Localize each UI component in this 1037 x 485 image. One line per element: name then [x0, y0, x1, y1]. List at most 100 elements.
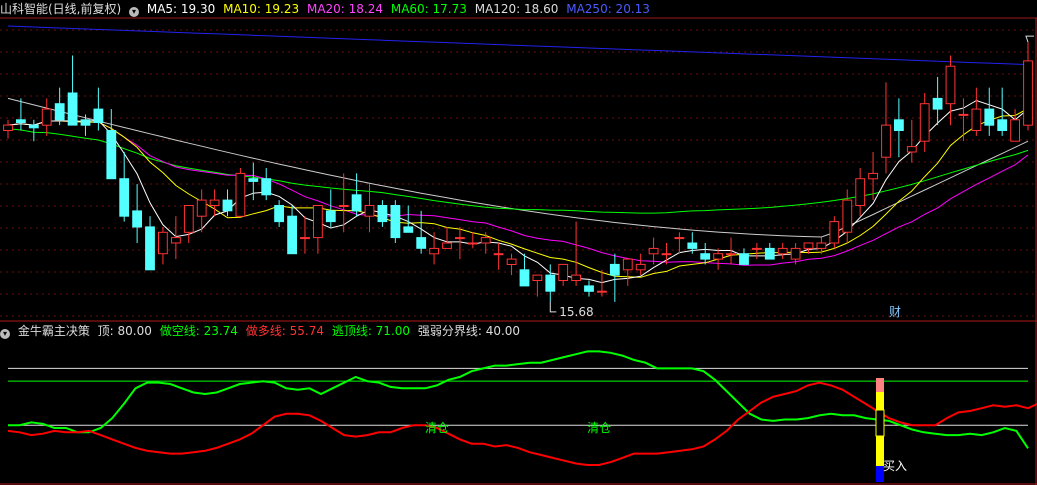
candle	[971, 87, 982, 136]
candle	[338, 173, 349, 233]
down-candle-body	[67, 92, 78, 126]
up-candle-body	[790, 247, 801, 260]
down-candle-body	[687, 242, 698, 249]
up-candle-body	[364, 205, 375, 217]
candle	[300, 216, 310, 254]
up-candle-body	[571, 274, 582, 282]
candle	[261, 168, 272, 201]
clear-position-label: 清仓	[425, 421, 449, 435]
up-candle-body	[300, 237, 310, 240]
ma120-label: MA120: 18.60	[474, 2, 559, 16]
up-candle-body	[532, 274, 543, 282]
up-candle-body	[855, 178, 866, 206]
boundary-line-label: 强弱分界线: 40.00	[417, 324, 521, 338]
down-candle-body	[739, 253, 749, 265]
short-line	[8, 350, 1029, 449]
down-candle-body	[351, 194, 362, 212]
clear-position-label: 清仓	[587, 421, 611, 435]
candle	[54, 87, 65, 126]
up-candle-body	[726, 253, 736, 256]
down-candle-body	[248, 178, 259, 182]
down-candle-body	[894, 119, 904, 132]
down-candle-body	[932, 97, 943, 110]
candle	[106, 109, 117, 180]
up-candle-body	[558, 263, 569, 281]
up-candle-body	[971, 108, 982, 131]
candle	[183, 205, 194, 243]
down-candle-body	[764, 247, 775, 260]
ma120-line	[7, 97, 1029, 238]
ma-settings-icon[interactable]: ▾	[129, 7, 140, 17]
long-line-label: 做多线: 55.74	[245, 324, 324, 338]
candle	[506, 253, 517, 276]
up-candle-body	[752, 247, 762, 250]
up-candle-body	[803, 242, 814, 249]
down-candle-body	[519, 269, 530, 287]
candle	[674, 232, 685, 254]
candle	[700, 243, 711, 265]
candle	[325, 189, 336, 227]
indicator-header: ▾ 金牛霸主决策 顶: 80.00 做空线: 23.74 做多线: 55.74 …	[0, 322, 524, 340]
down-candle-body	[80, 119, 91, 126]
annotation-layer: 20.5515.68财	[549, 35, 1034, 319]
candle	[661, 243, 672, 265]
up-candle-body	[455, 237, 465, 240]
candle	[777, 243, 788, 260]
indicator-title: 金牛霸主决策	[17, 324, 90, 338]
signal-bar-gap	[875, 409, 885, 437]
ma250-line	[7, 25, 1029, 66]
candle	[584, 280, 594, 297]
candle	[313, 205, 323, 254]
down-candle-body	[390, 205, 401, 239]
up-candle-body	[622, 258, 633, 271]
up-candle-body	[442, 242, 452, 249]
indicator-settings-icon[interactable]: ▾	[0, 329, 10, 339]
up-candle-body	[945, 65, 956, 105]
candle	[648, 237, 659, 265]
candle	[726, 237, 736, 265]
down-candle-body	[545, 274, 556, 292]
candle	[855, 168, 866, 217]
down-candle-body	[222, 199, 233, 212]
up-candle-body	[881, 124, 891, 158]
up-candle-body	[1023, 60, 1033, 126]
candle	[171, 216, 181, 260]
up-candle-body	[816, 242, 827, 249]
candle	[67, 55, 78, 126]
candle	[829, 216, 840, 249]
up-candle-body	[235, 172, 246, 217]
low-pointer	[549, 301, 557, 313]
main-chart-header: 山科智能(日线,前复权) ▾ MA5: 19.30 MA10: 19.23 MA…	[0, 0, 654, 18]
candle	[442, 226, 452, 249]
candle	[558, 263, 569, 286]
down-candle-body	[609, 263, 620, 276]
up-candle-body	[183, 205, 194, 233]
up-candle-body	[829, 221, 840, 244]
candle	[894, 98, 904, 158]
candle	[416, 210, 427, 254]
candle	[945, 55, 956, 126]
candle	[752, 243, 762, 260]
candle	[429, 232, 440, 265]
up-candle-body	[493, 253, 504, 256]
up-candle-body	[648, 247, 659, 255]
candle	[132, 184, 142, 243]
candle	[28, 119, 39, 142]
candle	[80, 114, 91, 136]
down-candle-body	[261, 178, 272, 196]
candle	[403, 205, 414, 233]
candle	[958, 98, 969, 142]
down-candle-body	[145, 226, 155, 271]
candle	[377, 200, 388, 227]
candle	[919, 93, 930, 152]
candle	[739, 248, 749, 265]
candle	[571, 221, 582, 286]
candle	[932, 76, 943, 126]
candle	[41, 98, 52, 136]
ma250-label: MA250: 20.13	[566, 2, 650, 16]
signal-bar-red	[876, 378, 884, 392]
down-candle-body	[997, 119, 1008, 132]
ma10-label: MA10: 19.23	[223, 2, 300, 16]
down-candle-body	[54, 103, 65, 121]
up-candle-body	[3, 124, 13, 131]
